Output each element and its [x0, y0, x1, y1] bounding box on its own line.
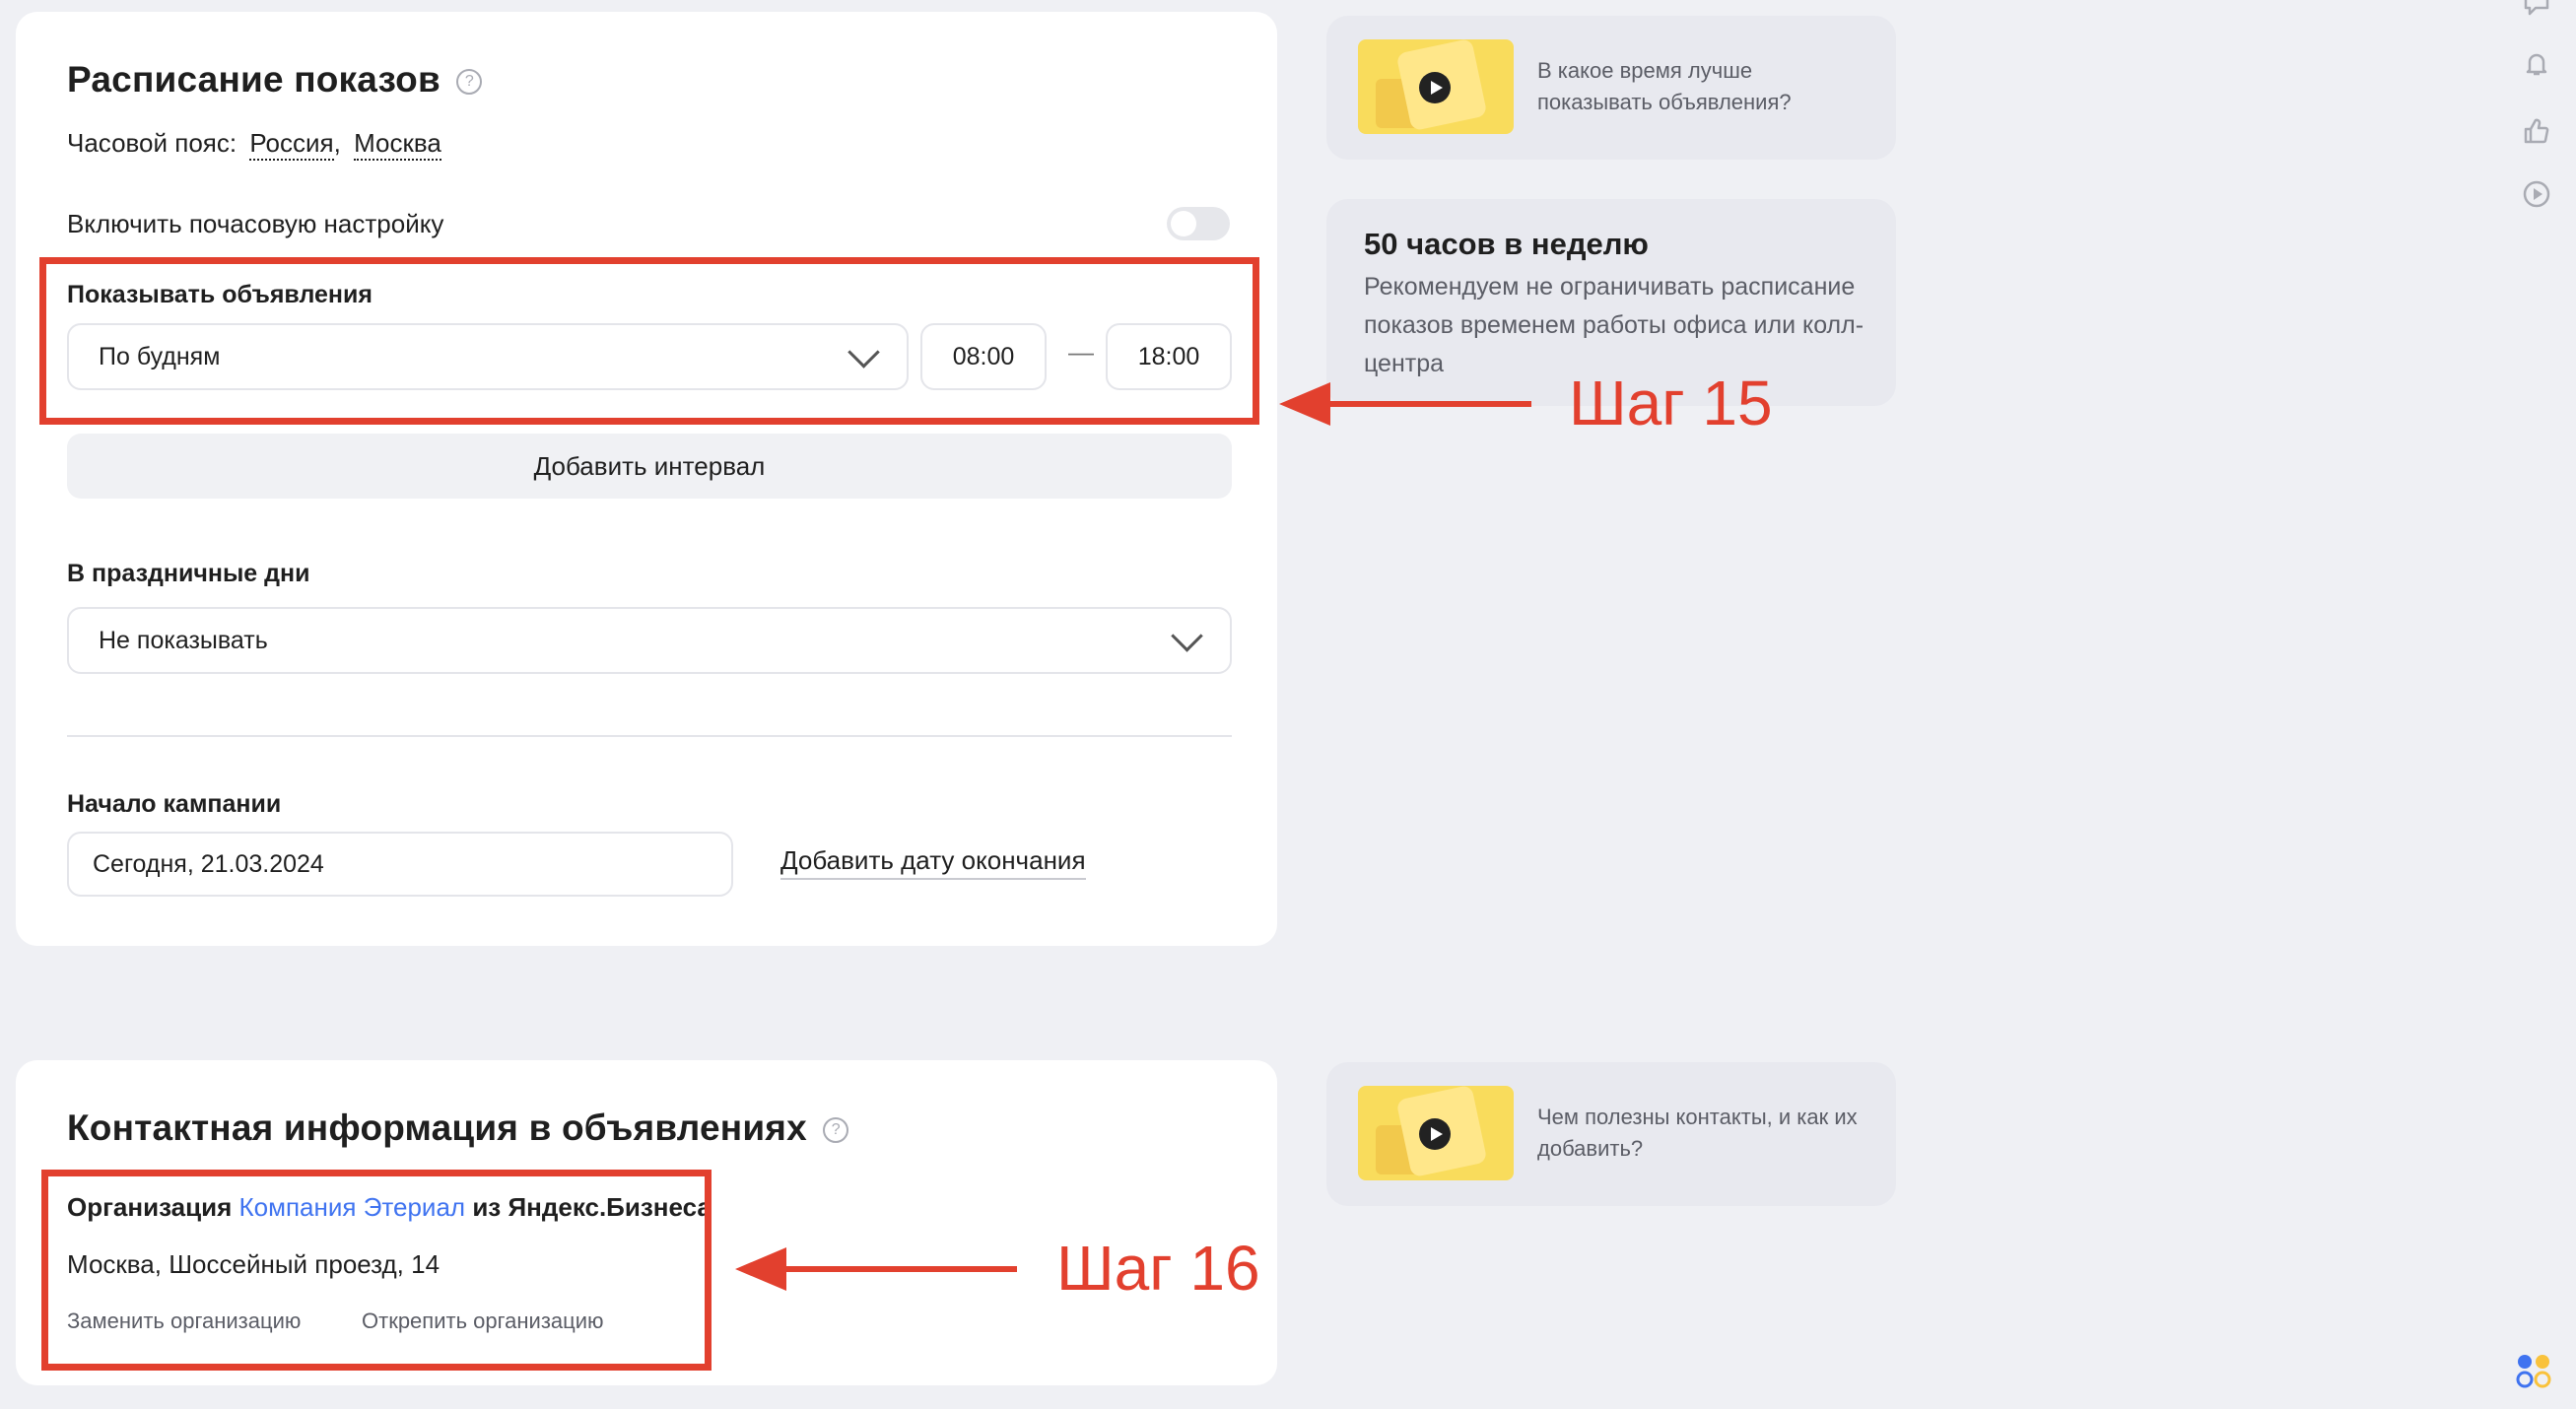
- hourly-toggle-label: Включить почасовую настройку: [67, 209, 444, 238]
- step15-arrow-head: [1279, 382, 1330, 426]
- step15-label: Шаг 15: [1569, 368, 1773, 438]
- timezone-country-link[interactable]: Россия: [249, 128, 334, 161]
- video-card-contacts[interactable]: Чем полезны контакты, и как их добавить?: [1326, 1062, 1896, 1206]
- step16-arrow-head: [735, 1247, 786, 1291]
- step15-arrow-line: [1328, 401, 1531, 407]
- video1-text: В какое время лучше показывать объявлени…: [1537, 58, 1792, 114]
- chat-icon[interactable]: [2522, 0, 2551, 18]
- timezone-row: Часовой пояс: Россия, Москва: [67, 128, 441, 161]
- step16-label: Шаг 16: [1056, 1233, 1260, 1304]
- help-icon[interactable]: ?: [823, 1117, 849, 1144]
- timezone-city-link[interactable]: Москва: [354, 128, 441, 161]
- chevron-down-icon: [1171, 620, 1203, 652]
- contacts-title: Контактная информация в объявлениях ?: [67, 1107, 849, 1149]
- video-thumbnail: [1358, 1086, 1514, 1180]
- campaign-start-label: Начало кампании: [67, 790, 282, 818]
- schedule-title-text: Расписание показов: [67, 59, 441, 100]
- bell-icon[interactable]: [2522, 49, 2551, 79]
- timezone-label: Часовой пояс:: [67, 128, 237, 158]
- holidays-select[interactable]: Не показывать: [67, 607, 1232, 674]
- thumbs-up-icon[interactable]: [2522, 116, 2551, 146]
- step16-highlight-box: [41, 1170, 712, 1371]
- holidays-select-value: Не показывать: [99, 626, 268, 654]
- help-icon[interactable]: ?: [456, 69, 483, 96]
- campaign-start-input[interactable]: Сегодня, 21.03.2024: [67, 832, 733, 897]
- play-icon: [1419, 72, 1451, 103]
- play-circle-icon[interactable]: [2522, 179, 2551, 209]
- play-icon: [1419, 1118, 1451, 1150]
- divider: [67, 735, 1232, 737]
- add-interval-button[interactable]: Добавить интервал: [67, 434, 1232, 499]
- schedule-title: Расписание показов ?: [67, 59, 483, 101]
- video-thumbnail: [1358, 39, 1514, 134]
- add-end-date-link[interactable]: Добавить дату окончания: [780, 845, 1086, 880]
- step15-highlight-box: [39, 257, 1259, 425]
- holidays-label: В праздничные дни: [67, 560, 310, 587]
- timezone-separator: ,: [333, 128, 341, 158]
- contacts-title-text: Контактная информация в объявлениях: [67, 1107, 807, 1148]
- schedule-card: Расписание показов ? Часовой пояс: Росси…: [16, 12, 1277, 946]
- tip-title: 50 часов в неделю: [1364, 227, 1649, 261]
- campaign-start-value: Сегодня, 21.03.2024: [93, 849, 324, 878]
- assistant-logo-icon[interactable]: [2515, 1352, 2554, 1391]
- hourly-toggle[interactable]: [1167, 207, 1230, 240]
- video-card-time[interactable]: В какое время лучше показывать объявлени…: [1326, 16, 1896, 160]
- step16-arrow-line: [784, 1266, 1017, 1272]
- video2-text: Чем полезны контакты, и как их добавить?: [1537, 1105, 1858, 1161]
